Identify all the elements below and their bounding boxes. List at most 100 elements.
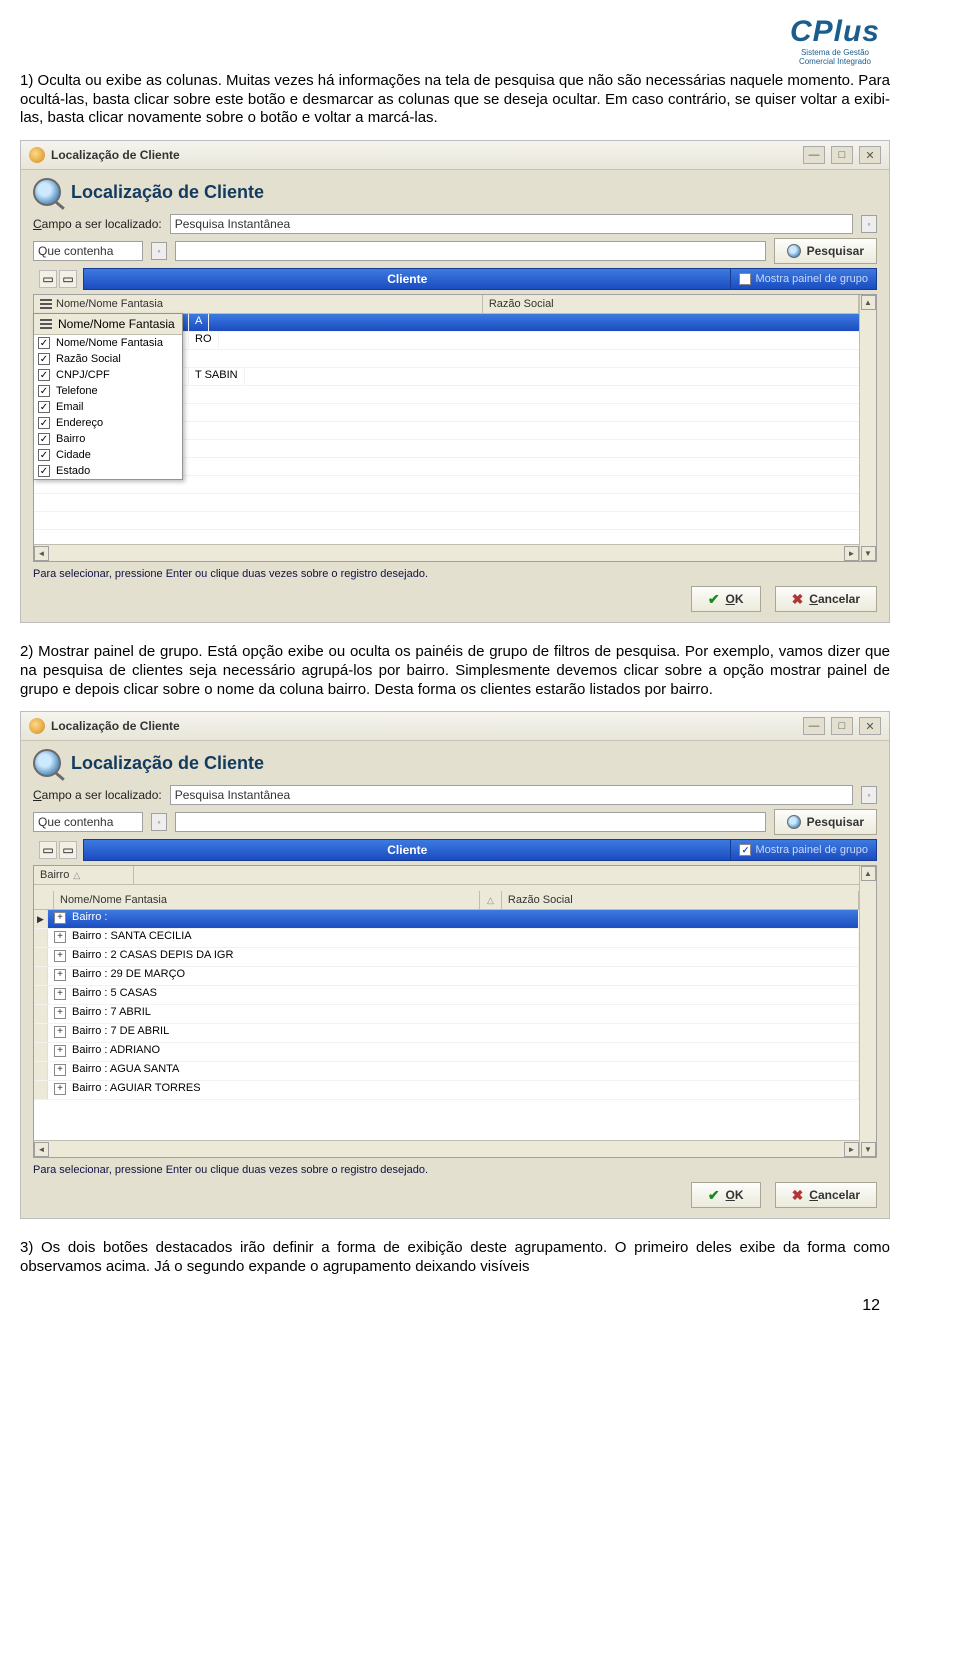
expand-icon[interactable]: + <box>54 1007 66 1019</box>
scrollbar-v[interactable]: ▲ ▼ <box>859 295 876 561</box>
colopt-telefone[interactable]: ✓Telefone <box>34 383 182 399</box>
quecontenha-label: Que contenha <box>38 244 113 258</box>
logo-area: CPlus Sistema de Gestão Comercial Integr… <box>20 10 890 68</box>
colopt-endereco[interactable]: ✓Endereço <box>34 415 182 431</box>
cancel-button[interactable]: ✖ Cancelar <box>775 1182 877 1208</box>
scrollbar-v[interactable]: ▲ ▼ <box>859 866 876 1157</box>
scroll-down-button[interactable]: ▼ <box>861 546 876 561</box>
colopt-nome[interactable]: ✓Nome/Nome Fantasia <box>34 335 182 351</box>
quecontenha-combo[interactable]: Que contenha <box>33 812 143 832</box>
pesquisar-button[interactable]: Pesquisar <box>774 809 877 835</box>
check-icon: ✓ <box>38 337 50 349</box>
colopt-email[interactable]: ✓Email <box>34 399 182 415</box>
expand-icon[interactable]: + <box>54 1083 66 1095</box>
pesquisar-button[interactable]: Pesquisar <box>774 238 877 264</box>
group-row[interactable]: +Bairro : SANTA CECILIA <box>34 929 859 948</box>
expand-icon[interactable]: + <box>54 950 66 962</box>
scroll-right-button[interactable]: ► <box>844 546 859 561</box>
colopt-razao[interactable]: ✓Razão Social <box>34 351 182 367</box>
group-row[interactable]: +Bairro : ADRIANO <box>34 1043 859 1062</box>
group-row[interactable]: +Bairro : AGUA SANTA <box>34 1062 859 1081</box>
sort-asc-icon: △ <box>487 895 494 906</box>
campo-combo[interactable]: Pesquisa Instantânea <box>170 785 853 805</box>
group-row[interactable]: + Bairro : 7 ABRIL <box>34 1005 859 1024</box>
colopt-bairro[interactable]: ✓Bairro <box>34 431 182 447</box>
show-panel-toggle[interactable]: ✓ Mostra painel de grupo <box>731 839 877 861</box>
show-panel-checkbox[interactable] <box>739 273 751 285</box>
expand-icon[interactable]: + <box>54 969 66 981</box>
maximize-button[interactable]: □ <box>831 717 853 735</box>
minimize-button[interactable]: — <box>803 717 825 735</box>
ok-button[interactable]: ✔ OK <box>691 1182 761 1208</box>
column-picker-menu: Nome/Nome Fantasia ✓Nome/Nome Fantasia ✓… <box>33 313 183 480</box>
group-row[interactable]: +Bairro : 5 CASAS <box>34 986 859 1005</box>
tab-cliente[interactable]: Cliente <box>83 839 731 861</box>
tab-cliente[interactable]: Cliente <box>83 268 731 290</box>
show-panel-checkbox-checked[interactable]: ✓ <box>739 844 751 856</box>
toolbar-collapse-button[interactable]: ▭ <box>39 270 57 288</box>
colopt-cnpj[interactable]: ✓CNPJ/CPF <box>34 367 182 383</box>
item1-paragraph: 1) Oculta ou exibe as colunas. Muitas ve… <box>20 72 890 128</box>
colopt-cidade[interactable]: ✓Cidade <box>34 447 182 463</box>
quecontenha-dropdown-button[interactable]: ◦ <box>151 813 167 831</box>
quecontenha-dropdown-button[interactable]: ◦ <box>151 242 167 260</box>
ok-button[interactable]: ✔ OK <box>691 586 761 612</box>
search-input[interactable] <box>175 241 766 261</box>
scroll-left-button[interactable]: ◄ <box>34 1142 49 1157</box>
sort-indicator: △ <box>480 891 502 909</box>
expand-icon[interactable]: + <box>54 1045 66 1057</box>
toolbar-expand-button[interactable]: ▭ <box>59 841 77 859</box>
group-by-bar[interactable]: Bairro △ <box>34 866 859 885</box>
item3-paragraph: 3) Os dois botões destacados irão defini… <box>20 1239 890 1277</box>
scrollbar-h[interactable]: ◄ ► <box>34 544 859 561</box>
check-icon: ✓ <box>38 385 50 397</box>
scroll-left-button[interactable]: ◄ <box>34 546 49 561</box>
close-button[interactable]: ✕ <box>859 146 881 164</box>
colopt-estado[interactable]: ✓Estado <box>34 463 182 479</box>
quecontenha-label: Que contenha <box>38 815 113 829</box>
expand-icon[interactable]: + <box>54 988 66 1000</box>
group-row-label: Bairro : 7 ABRIL <box>72 1006 151 1018</box>
toolbar-collapse-button[interactable]: ▭ <box>39 841 57 859</box>
ok-icon: ✔ <box>708 1187 720 1204</box>
group-row[interactable]: +Bairro : 2 CASAS DEPIS DA IGR <box>34 948 859 967</box>
scroll-up-button[interactable]: ▲ <box>861 295 876 310</box>
quecontenha-combo[interactable]: Que contenha <box>33 241 143 261</box>
expand-icon[interactable]: + <box>54 912 66 924</box>
column-picker-header[interactable]: Nome/Nome Fantasia <box>34 295 483 313</box>
item1-num: 1) <box>20 72 33 89</box>
campo-combo[interactable]: Pesquisa Instantânea <box>170 214 853 234</box>
expand-icon[interactable]: + <box>54 931 66 943</box>
campo-value: Pesquisa Instantânea <box>175 788 290 802</box>
campo-dropdown-button[interactable]: ◦ <box>861 786 877 804</box>
scroll-right-button[interactable]: ► <box>844 1142 859 1157</box>
scroll-up-button[interactable]: ▲ <box>861 866 876 881</box>
group-row[interactable]: +Bairro : AGUIAR TORRES <box>34 1081 859 1100</box>
minimize-button[interactable]: — <box>803 146 825 164</box>
expand-icon[interactable]: + <box>54 1064 66 1076</box>
toolbar-expand-button[interactable]: ▭ <box>59 270 77 288</box>
col-nome[interactable]: Nome/Nome Fantasia <box>54 891 480 909</box>
check-icon: ✓ <box>38 449 50 461</box>
cancel-button[interactable]: ✖ Cancelar <box>775 586 877 612</box>
search-input[interactable] <box>175 812 766 832</box>
expand-icon[interactable]: + <box>54 1026 66 1038</box>
group-row-label: Bairro : <box>72 911 107 923</box>
group-row[interactable]: +Bairro : 7 DE ABRIL <box>34 1024 859 1043</box>
table-row[interactable] <box>34 494 859 512</box>
table-row[interactable] <box>34 512 859 530</box>
group-grid: Bairro △ Nome/Nome Fantasia △ <box>33 865 877 1158</box>
group-row[interactable]: ▶ +Bairro : <box>34 910 859 929</box>
scroll-down-button[interactable]: ▼ <box>861 1142 876 1157</box>
cancel-icon: ✖ <box>792 591 804 608</box>
group-row[interactable]: +Bairro : 29 DE MARÇO <box>34 967 859 986</box>
scrollbar-h[interactable]: ◄ ► <box>34 1140 859 1157</box>
cell-value: A <box>189 314 209 331</box>
page-number: 12 <box>20 1289 890 1315</box>
maximize-button[interactable]: □ <box>831 146 853 164</box>
col-razao[interactable]: Razão Social <box>502 891 859 909</box>
campo-dropdown-button[interactable]: ◦ <box>861 215 877 233</box>
show-panel-toggle[interactable]: Mostra painel de grupo <box>731 268 877 290</box>
col-razao[interactable]: Razão Social <box>483 295 859 313</box>
close-button[interactable]: ✕ <box>859 717 881 735</box>
